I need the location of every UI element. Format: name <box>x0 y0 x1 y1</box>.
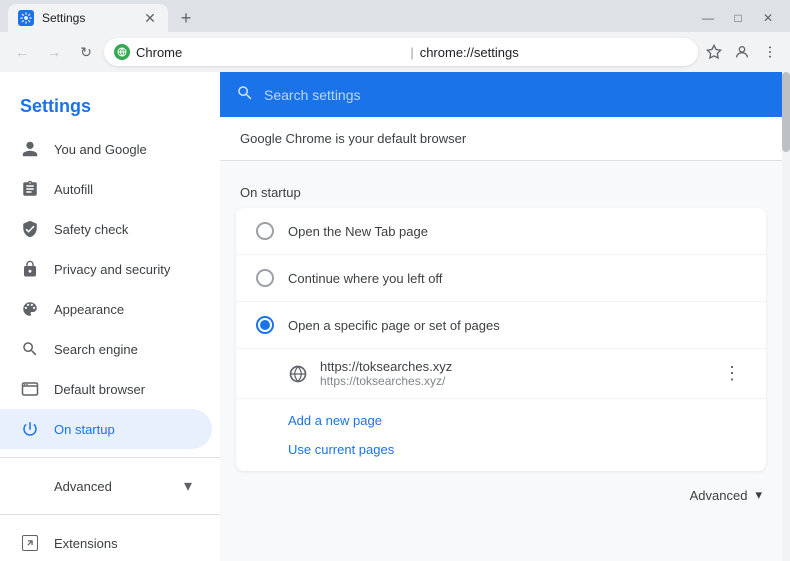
startup-options-card: Open the New Tab page Continue where you… <box>236 208 766 471</box>
url-main-text: https://toksearches.xyz <box>320 359 706 374</box>
sidebar-item-advanced[interactable]: Advanced ▾ <box>0 466 212 506</box>
maximize-button[interactable]: □ <box>724 8 752 28</box>
advanced-chevron-icon: ▾ <box>755 487 762 503</box>
tab-close-button[interactable]: ✕ <box>142 10 158 26</box>
option-continue[interactable]: Continue where you left off <box>236 255 766 302</box>
address-bar-row: ← → ↻ Chrome | chrome://settings <box>0 32 790 72</box>
tab-title: Settings <box>42 11 138 25</box>
title-bar: Settings ✕ + — □ ✕ <box>0 0 790 32</box>
startup-url-item: https://toksearches.xyz https://toksearc… <box>236 349 766 399</box>
sidebar-label-you-and-google: You and Google <box>54 142 192 157</box>
radio-specific-page <box>256 316 274 334</box>
action-links: Add a new page Use current pages <box>236 399 766 471</box>
option-new-tab-label: Open the New Tab page <box>288 224 428 239</box>
sidebar-item-autofill[interactable]: Autofill <box>0 169 212 209</box>
sidebar-label-on-startup: On startup <box>54 422 192 437</box>
sidebar-item-you-and-google[interactable]: You and Google <box>0 129 212 169</box>
sidebar-divider <box>0 457 220 458</box>
section-title-on-startup: On startup <box>220 169 782 208</box>
close-button[interactable]: ✕ <box>754 8 782 28</box>
address-separator: | <box>410 45 413 60</box>
use-current-pages-link[interactable]: Use current pages <box>288 438 746 461</box>
scrollbar-thumb[interactable] <box>782 72 790 152</box>
address-bar[interactable]: Chrome | chrome://settings <box>104 38 698 66</box>
tab-favicon <box>18 10 34 26</box>
search-icon <box>20 339 40 359</box>
radio-selected-dot <box>260 320 270 330</box>
browser-icon <box>20 379 40 399</box>
profile-button[interactable] <box>730 40 754 64</box>
sidebar-item-safety-check[interactable]: Safety check <box>0 209 212 249</box>
option-new-tab[interactable]: Open the New Tab page <box>236 208 766 255</box>
option-specific-page-label: Open a specific page or set of pages <box>288 318 500 333</box>
browser-window: Settings ✕ + — □ ✕ ← → ↻ Chrome | chrome… <box>0 0 790 561</box>
sidebar-item-default-browser[interactable]: Default browser <box>0 369 212 409</box>
sidebar-item-appearance[interactable]: Appearance <box>0 289 212 329</box>
settings-content: Google Chrome is your default browser On… <box>220 72 782 561</box>
main-content: Settings You and Google Autofill Safety … <box>0 72 790 561</box>
sidebar-item-extensions[interactable]: Extensions <box>0 523 212 561</box>
extensions-icon <box>20 533 40 553</box>
search-settings-icon <box>236 84 254 105</box>
search-input[interactable] <box>264 87 766 103</box>
sidebar-label-privacy-security: Privacy and security <box>54 262 192 277</box>
url-sub-text: https://toksearches.xyz/ <box>320 374 706 388</box>
palette-icon <box>20 299 40 319</box>
option-specific-page[interactable]: Open a specific page or set of pages <box>236 302 766 349</box>
add-new-page-link[interactable]: Add a new page <box>288 409 746 432</box>
advanced-text: Advanced <box>690 488 748 503</box>
refresh-button[interactable]: ↻ <box>72 38 100 66</box>
radio-continue <box>256 269 274 287</box>
new-tab-button[interactable]: + <box>172 4 200 32</box>
forward-button[interactable]: → <box>40 38 68 66</box>
radio-new-tab <box>256 222 274 240</box>
sidebar-label-autofill: Autofill <box>54 182 192 197</box>
sidebar-item-privacy-security[interactable]: Privacy and security <box>0 249 212 289</box>
advanced-row[interactable]: Advanced ▾ <box>220 471 782 519</box>
sidebar-label-advanced: Advanced <box>54 479 170 494</box>
content-area: Google Chrome is your default browser On… <box>220 117 782 561</box>
sidebar-item-search-engine[interactable]: Search engine <box>0 329 212 369</box>
menu-button[interactable] <box>758 40 782 64</box>
address-favicon <box>114 44 130 60</box>
sidebar-label-appearance: Appearance <box>54 302 192 317</box>
sidebar-label-extensions: Extensions <box>54 536 192 551</box>
clipboard-icon <box>20 179 40 199</box>
search-bar-container <box>220 72 782 117</box>
power-icon <box>20 419 40 439</box>
url-more-button[interactable]: ⋮ <box>718 360 746 388</box>
window-controls: — □ ✕ <box>694 8 782 32</box>
sidebar: Settings You and Google Autofill Safety … <box>0 72 220 561</box>
option-continue-label: Continue where you left off <box>288 271 442 286</box>
address-site-name: Chrome <box>136 45 404 60</box>
minimize-button[interactable]: — <box>694 8 722 28</box>
sidebar-divider-2 <box>0 514 220 515</box>
sidebar-label-default-browser: Default browser <box>54 382 192 397</box>
advanced-icon <box>20 476 40 496</box>
shield-icon <box>20 219 40 239</box>
settings-tab[interactable]: Settings ✕ <box>8 4 168 32</box>
back-button[interactable]: ← <box>8 38 36 66</box>
sidebar-label-search-engine: Search engine <box>54 342 192 357</box>
globe-icon <box>288 364 308 384</box>
chevron-down-icon: ▾ <box>184 476 192 496</box>
person-icon <box>20 139 40 159</box>
sidebar-item-on-startup[interactable]: On startup <box>0 409 212 449</box>
lock-icon <box>20 259 40 279</box>
sidebar-label-safety-check: Safety check <box>54 222 192 237</box>
scrollbar[interactable] <box>782 72 790 561</box>
star-button[interactable] <box>702 40 726 64</box>
sidebar-title: Settings <box>0 80 220 129</box>
address-url: chrome://settings <box>420 45 688 60</box>
url-info: https://toksearches.xyz https://toksearc… <box>320 359 706 388</box>
default-browser-notice: Google Chrome is your default browser <box>220 117 782 161</box>
